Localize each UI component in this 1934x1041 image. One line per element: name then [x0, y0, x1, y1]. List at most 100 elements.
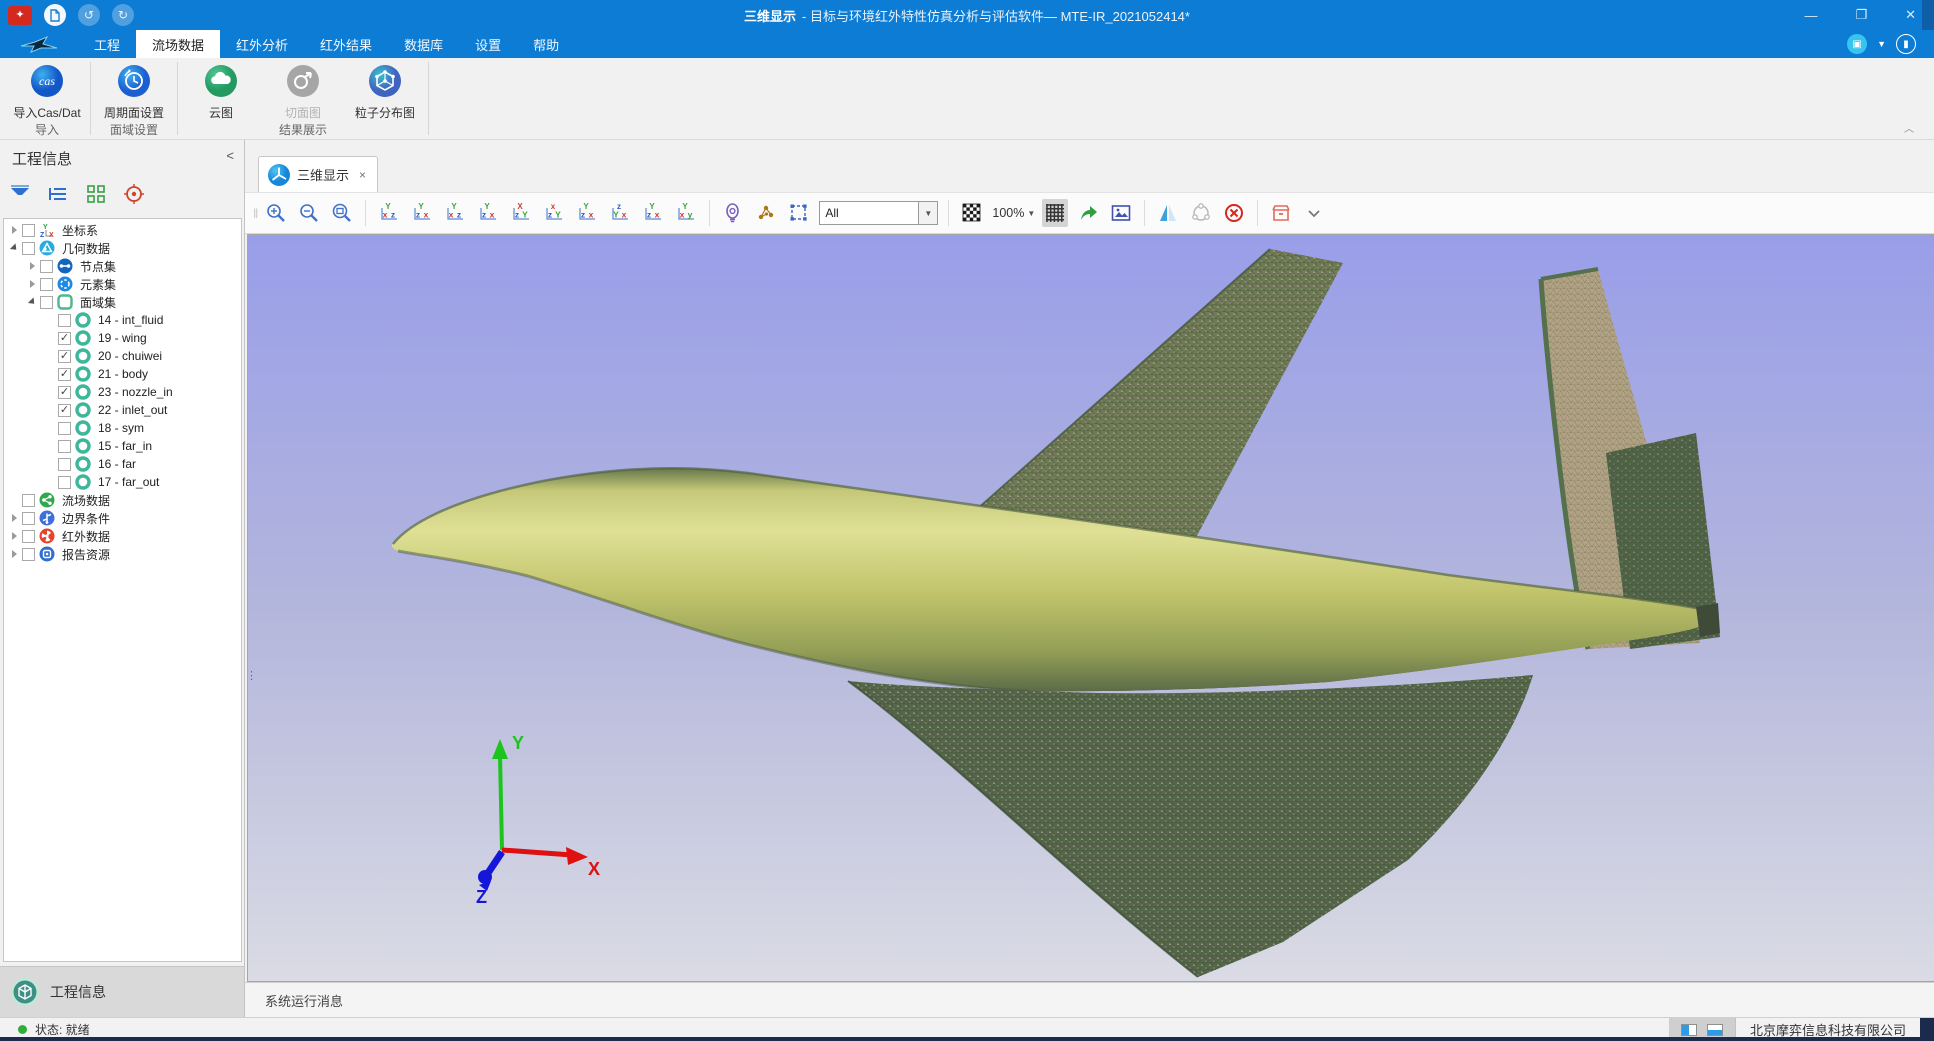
tree-checkbox[interactable] — [22, 224, 35, 237]
expand-arrow[interactable] — [8, 514, 20, 522]
export-view-icon[interactable] — [1075, 199, 1101, 227]
redo-icon[interactable]: ↻ — [112, 4, 134, 26]
view-preset-3-icon[interactable]: Y x z — [442, 199, 468, 227]
tree-item[interactable]: 元素集 — [4, 275, 241, 293]
expand-arrow[interactable] — [26, 280, 38, 288]
tree-checkbox[interactable]: ✓ — [58, 368, 71, 381]
tree-checkbox[interactable]: ✓ — [58, 404, 71, 417]
tree-item[interactable]: ✓19 - wing — [4, 329, 241, 347]
menu-item-7[interactable]: 帮助 — [517, 30, 575, 58]
ribbon-button-cloud[interactable]: 云图 — [180, 62, 262, 121]
opacity-icon[interactable] — [959, 199, 985, 227]
tree-item[interactable]: 18 - sym — [4, 419, 241, 437]
tree-item[interactable]: ✓20 - chuiwei — [4, 347, 241, 365]
mesh-toggle-icon[interactable] — [1042, 199, 1068, 227]
tree-item[interactable]: 17 - far_out — [4, 473, 241, 491]
tree-checkbox[interactable] — [22, 530, 35, 543]
menu-item-5[interactable]: 数据库 — [388, 30, 459, 58]
zoom-out-icon[interactable] — [296, 199, 322, 227]
node-display-icon[interactable] — [753, 199, 779, 227]
caret-down-icon[interactable]: ▼ — [1877, 39, 1886, 49]
render-canvas[interactable]: ⋮ — [247, 234, 1934, 982]
expand-arrow[interactable] — [8, 532, 20, 540]
style-switch-icon[interactable]: ▣ — [1847, 34, 1867, 54]
tree-item[interactable]: ✓22 - inlet_out — [4, 401, 241, 419]
menu-item-1[interactable]: 工程 — [78, 30, 136, 58]
panel-footer[interactable]: 工程信息 — [0, 966, 244, 1017]
tree-item[interactable]: 14 - int_fluid — [4, 311, 241, 329]
expand-arrow[interactable] — [8, 550, 20, 558]
app-button[interactable]: ✦ — [8, 6, 32, 25]
tree-checkbox[interactable] — [22, 512, 35, 525]
tree-checkbox[interactable]: ✓ — [58, 350, 71, 363]
ribbon-button-clock[interactable]: 周期面设置 — [93, 62, 175, 121]
minimize-button[interactable]: — — [1804, 8, 1817, 23]
tree-item[interactable]: YZX坐标系 — [4, 221, 241, 239]
tree-checkbox[interactable] — [40, 296, 53, 309]
box-select-icon[interactable] — [786, 199, 812, 227]
tree-item[interactable]: 边界条件 — [4, 509, 241, 527]
menu-item-4[interactable]: 红外结果 — [304, 30, 388, 58]
zoom-level-dropdown[interactable]: 100%▼ — [992, 206, 1035, 220]
view-preset-2-icon[interactable]: Y z x — [409, 199, 435, 227]
menu-item-3[interactable]: 红外分析 — [220, 30, 304, 58]
tree-item[interactable]: 15 - far_in — [4, 437, 241, 455]
view-preset-1-icon[interactable]: Y x z — [376, 199, 402, 227]
ribbon-button-cas[interactable]: cas 导入Cas/Dat — [6, 62, 88, 121]
tree-item[interactable]: 流场数据 — [4, 491, 241, 509]
tab-close-icon[interactable]: × — [359, 168, 366, 182]
tree-checkbox[interactable] — [22, 242, 35, 255]
tree-checkbox[interactable]: ✓ — [58, 386, 71, 399]
expand-arrow[interactable] — [8, 244, 20, 252]
zoom-in-icon[interactable] — [263, 199, 289, 227]
view-preset-10-icon[interactable]: Y x y — [673, 199, 699, 227]
maximize-button[interactable]: ❐ — [1855, 7, 1867, 23]
ribbon-collapse-icon[interactable]: ︿ — [1904, 120, 1914, 135]
undo-icon[interactable]: ↺ — [78, 4, 100, 26]
tree-checkbox[interactable] — [58, 476, 71, 489]
cancel-icon[interactable] — [1221, 199, 1247, 227]
tree-item[interactable]: ✓21 - body — [4, 365, 241, 383]
mirror-icon[interactable] — [1155, 199, 1181, 227]
menu-item-2[interactable]: 流场数据 — [136, 30, 220, 58]
tree-checkbox[interactable] — [22, 548, 35, 561]
combobox-arrow-icon[interactable]: ▼ — [919, 201, 938, 225]
view-preset-7-icon[interactable]: Y z x — [574, 199, 600, 227]
tree-item[interactable]: 面域集 — [4, 293, 241, 311]
tree-checkbox[interactable] — [40, 260, 53, 273]
perspective-camera-icon[interactable] — [720, 199, 746, 227]
menu-item-6[interactable]: 设置 — [459, 30, 517, 58]
tab-3d-view[interactable]: 三维显示 × — [258, 156, 378, 192]
tree-item[interactable]: 报告资源 — [4, 545, 241, 563]
view-preset-4-icon[interactable]: Y z x — [475, 199, 501, 227]
expand-arrow[interactable] — [8, 226, 20, 234]
view-preset-6-icon[interactable]: x z Y — [541, 199, 567, 227]
tree-item[interactable]: 红外数据 — [4, 527, 241, 545]
tree-item[interactable]: 几何数据 — [4, 239, 241, 257]
view-preset-8-icon[interactable]: z Y x — [607, 199, 633, 227]
tree-item[interactable]: 16 - far — [4, 455, 241, 473]
display-filter-combobox[interactable]: All ▼ — [819, 201, 938, 225]
tree-item[interactable]: 节点集 — [4, 257, 241, 275]
layout-left-icon[interactable] — [1681, 1024, 1697, 1036]
view-preset-9-icon[interactable]: Y z x — [640, 199, 666, 227]
tree-checkbox[interactable] — [40, 278, 53, 291]
layout-bottom-icon[interactable] — [1707, 1024, 1723, 1036]
help-book-icon[interactable]: ▮ — [1896, 34, 1916, 54]
more-options-chevron-icon[interactable] — [1301, 199, 1327, 227]
archive-box-icon[interactable] — [1268, 199, 1294, 227]
screenshot-icon[interactable] — [1108, 199, 1134, 227]
expand-arrow[interactable] — [26, 262, 38, 270]
list-view-icon[interactable] — [46, 182, 70, 206]
filter-icon[interactable] — [8, 182, 32, 206]
combobox-value[interactable]: All — [819, 201, 919, 225]
new-document-icon[interactable] — [44, 4, 66, 26]
tree-checkbox[interactable] — [58, 422, 71, 435]
panel-collapse-button[interactable]: < — [226, 148, 234, 163]
view-preset-5-icon[interactable]: X z Y — [508, 199, 534, 227]
close-button[interactable]: ✕ — [1905, 7, 1916, 23]
tree-checkbox[interactable] — [58, 458, 71, 471]
sphere-nodes-icon[interactable] — [1188, 199, 1214, 227]
tree-checkbox[interactable] — [22, 494, 35, 507]
splitter-grip[interactable]: ⋮ — [246, 673, 251, 699]
